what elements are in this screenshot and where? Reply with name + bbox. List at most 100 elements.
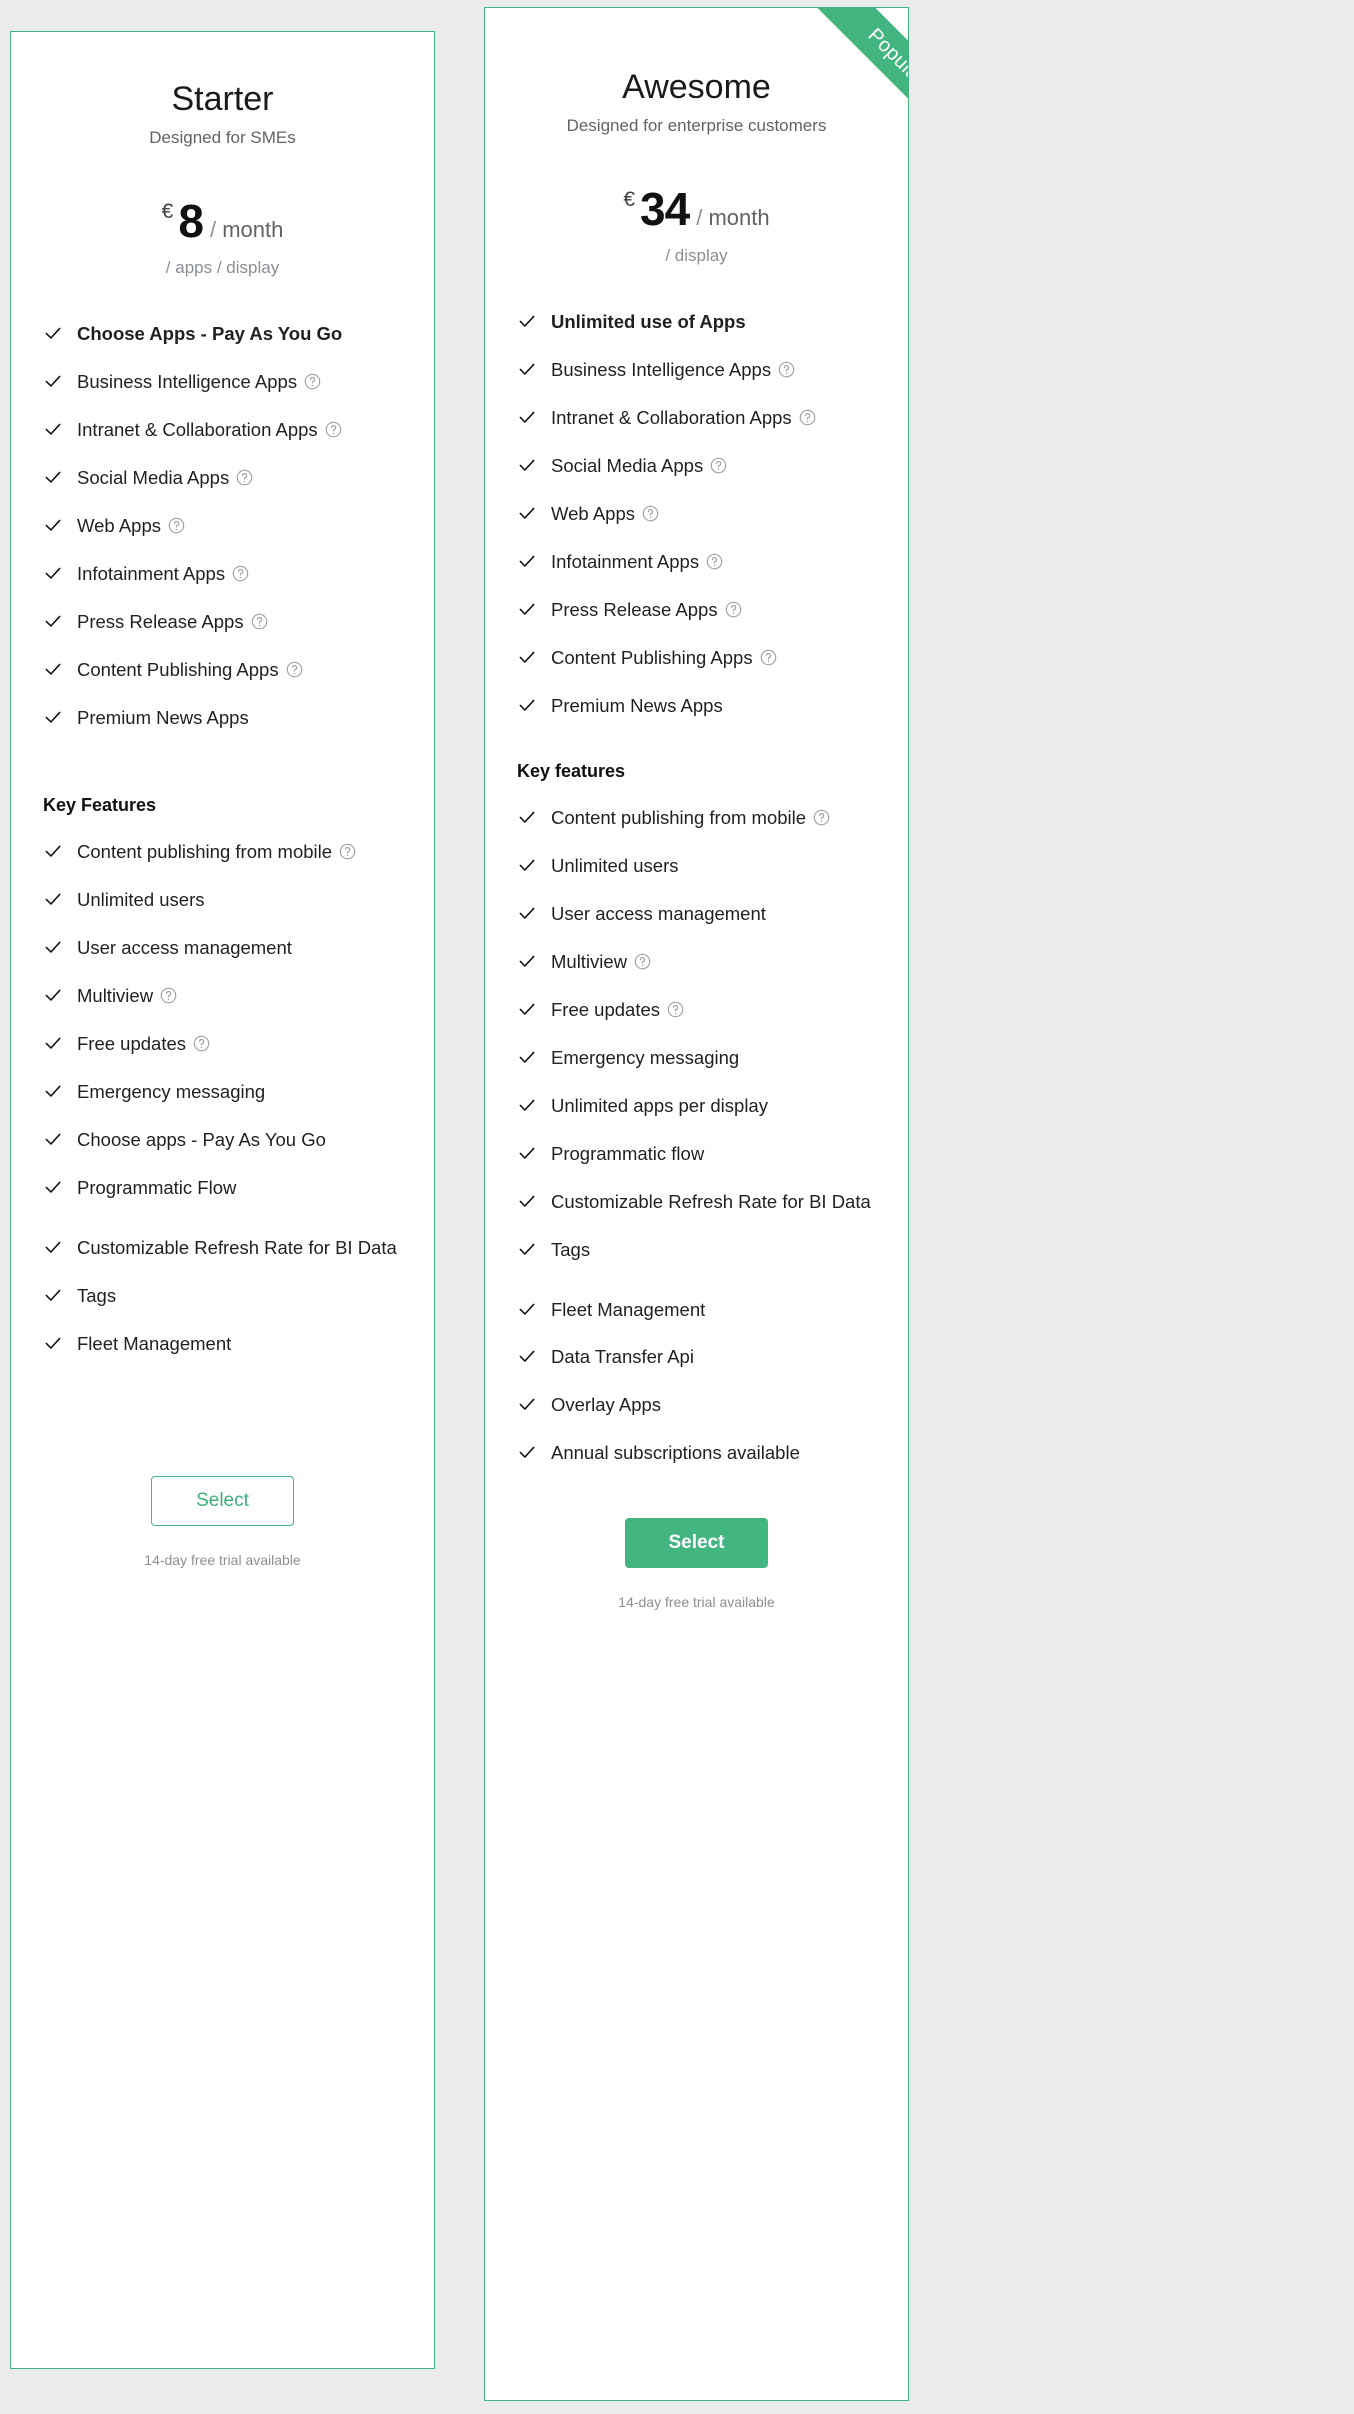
help-circle-icon[interactable] [232, 564, 249, 582]
check-icon [517, 1238, 537, 1260]
feature-item: Press Release Apps [517, 598, 876, 623]
feature-label: Emergency messaging [77, 1080, 266, 1102]
price-block: € 34 / month / display [517, 182, 876, 266]
feature-item: Press Release Apps [43, 610, 402, 635]
feature-item: Choose Apps - Pay As You Go [43, 322, 402, 347]
feature-label: Customizable Refresh Rate for BI Data [551, 1190, 871, 1212]
feature-label: Unlimited users [77, 888, 205, 910]
feature-item: Unlimited users [43, 888, 402, 913]
feature-label: Tags [77, 1284, 117, 1306]
check-icon [517, 646, 537, 668]
help-circle-icon[interactable] [799, 408, 816, 426]
features-list-starter: Content publishing from mobile Unlimited … [43, 840, 402, 1357]
help-circle-icon[interactable] [760, 648, 777, 666]
feature-label: Press Release Apps [77, 610, 268, 635]
select-button[interactable]: Select [151, 1476, 294, 1527]
feature-label: Social Media Apps [551, 454, 727, 479]
check-icon [43, 514, 63, 536]
check-icon [43, 706, 63, 728]
check-icon [517, 854, 537, 876]
feature-label: Programmatic flow [551, 1142, 705, 1164]
help-circle-icon[interactable] [706, 552, 723, 570]
feature-label: Emergency messaging [551, 1046, 740, 1068]
check-icon [43, 610, 63, 632]
trial-note: 14-day free trial available [618, 1594, 775, 1611]
plan-header-awesome: Awesome Designed for enterprise customer… [517, 8, 876, 136]
price-note: / apps / display [165, 258, 280, 278]
help-circle-icon[interactable] [168, 516, 185, 534]
help-circle-icon[interactable] [325, 420, 342, 438]
feature-label: Business Intelligence Apps [77, 370, 321, 395]
feature-label: Choose Apps - Pay As You Go [77, 323, 343, 345]
feature-item: Premium News Apps [43, 706, 402, 731]
pricing-plans-board: Starter Designed for SMEs € 8 / month / … [0, 0, 1354, 2414]
check-icon [517, 1190, 537, 1212]
feature-item: Unlimited use of Apps [517, 310, 876, 335]
feature-label: Content Publishing Apps [77, 658, 303, 683]
feature-label: Data Transfer Api [551, 1346, 694, 1368]
feature-item: Data Transfer Api [517, 1345, 876, 1370]
pricing-card-awesome[interactable]: Popular Awesome Designed for enterprise … [484, 7, 909, 2401]
help-circle-icon[interactable] [778, 360, 795, 378]
feature-label: Social Media Apps [77, 466, 253, 491]
feature-label: Fleet Management [551, 1298, 706, 1320]
select-button[interactable]: Select [625, 1518, 768, 1569]
feature-item: Free updates [517, 998, 876, 1023]
plan-header-starter: Starter Designed for SMEs [43, 32, 402, 148]
feature-label: Web Apps [77, 514, 185, 539]
check-icon [43, 370, 63, 392]
check-icon [517, 806, 537, 828]
help-circle-icon[interactable] [710, 456, 727, 474]
help-circle-icon[interactable] [160, 986, 177, 1004]
feature-item: Programmatic flow [517, 1142, 876, 1167]
feature-item: Unlimited apps per display [517, 1094, 876, 1119]
apps-list-starter: Choose Apps - Pay As You Go Business Inte… [43, 322, 402, 731]
check-icon [517, 1094, 537, 1116]
currency-symbol: € [161, 200, 174, 224]
feature-label: Free updates [551, 998, 684, 1023]
plan-tagline: Designed for SMEs [149, 128, 296, 148]
help-circle-icon[interactable] [251, 612, 268, 630]
trial-note: 14-day free trial available [144, 1552, 301, 1569]
check-icon [517, 598, 537, 620]
feature-item: User access management [43, 936, 402, 961]
feature-item: Choose apps - Pay As You Go [43, 1128, 402, 1153]
feature-label: Programmatic Flow [77, 1176, 237, 1198]
feature-item: Fleet Management [517, 1298, 876, 1323]
price-block: € 8 / month / apps / display [43, 194, 402, 278]
help-circle-icon[interactable] [339, 842, 356, 860]
help-circle-icon[interactable] [193, 1034, 210, 1051]
feature-item: Overlay Apps [517, 1393, 876, 1418]
feature-item: Customizable Refresh Rate for BI Data [43, 1236, 402, 1261]
price-slash: / [696, 205, 703, 231]
check-icon [517, 998, 537, 1020]
price-amount: 34 [640, 183, 690, 236]
help-circle-icon[interactable] [725, 600, 742, 618]
feature-item: Intranet & Collaboration Apps [517, 406, 876, 431]
help-circle-icon[interactable] [286, 660, 303, 678]
check-icon [43, 562, 63, 584]
feature-item: Content publishing from mobile [43, 840, 402, 865]
feature-item: Content Publishing Apps [43, 658, 402, 683]
feature-label: Premium News Apps [551, 694, 723, 716]
feature-item: User access management [517, 902, 876, 927]
help-circle-icon[interactable] [304, 372, 321, 390]
feature-label: Content publishing from mobile [77, 840, 356, 865]
help-circle-icon[interactable] [236, 468, 253, 486]
check-icon [517, 310, 537, 332]
feature-item: Content publishing from mobile [517, 806, 876, 831]
feature-item: Premium News Apps [517, 694, 876, 719]
feature-item: Business Intelligence Apps [517, 358, 876, 383]
check-icon [517, 550, 537, 572]
feature-label: Annual subscriptions available [551, 1442, 800, 1464]
pricing-card-starter[interactable]: Starter Designed for SMEs € 8 / month / … [10, 31, 435, 2369]
feature-item: Multiview [43, 984, 402, 1009]
help-circle-icon[interactable] [813, 808, 830, 826]
help-circle-icon[interactable] [642, 504, 659, 522]
check-icon [43, 840, 63, 862]
feature-item: Intranet & Collaboration Apps [43, 418, 402, 443]
help-circle-icon[interactable] [634, 952, 651, 970]
feature-label: Multiview [77, 984, 177, 1009]
help-circle-icon[interactable] [667, 1000, 684, 1017]
feature-item: Free updates [43, 1032, 402, 1057]
